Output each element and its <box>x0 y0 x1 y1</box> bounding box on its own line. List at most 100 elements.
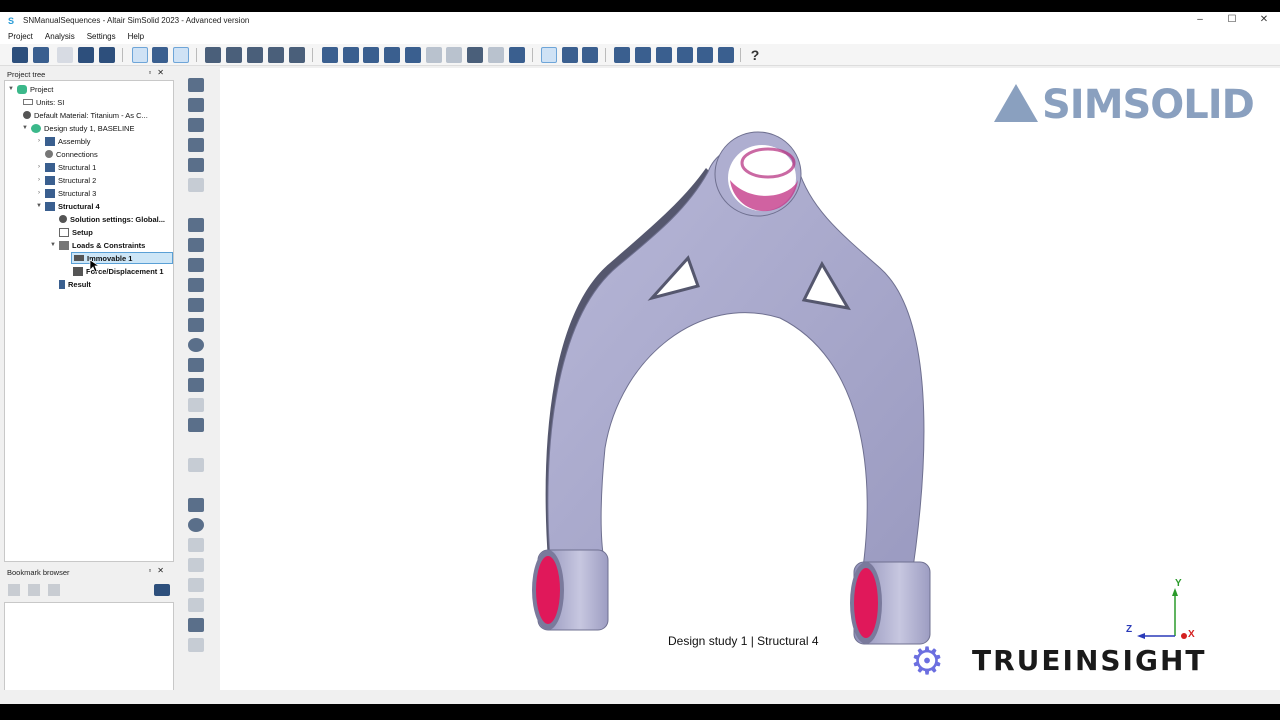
tool-icon[interactable] <box>718 47 734 63</box>
bookmark-add-icon[interactable] <box>8 584 20 596</box>
collapse-chevron-icon[interactable]: › <box>35 164 43 170</box>
load-tool-icon[interactable] <box>188 378 204 392</box>
result-tool-icon[interactable] <box>188 498 204 512</box>
disabled-tool-icon[interactable] <box>488 47 504 63</box>
close-panel-icon[interactable]: ✕ <box>157 566 170 575</box>
constraint-tool-icon[interactable] <box>188 158 204 172</box>
load-tool-icon[interactable] <box>188 218 204 232</box>
bookmark-delete-icon[interactable] <box>48 584 60 596</box>
show-all-icon[interactable] <box>268 47 284 63</box>
disabled-tool-icon[interactable] <box>188 578 204 592</box>
disabled-tool-icon[interactable] <box>188 178 204 192</box>
bolt-icon[interactable] <box>384 47 400 63</box>
expand-chevron-icon[interactable]: ▼ <box>7 86 15 92</box>
mesh-icon[interactable] <box>509 47 525 63</box>
load-tool-icon[interactable] <box>188 258 204 272</box>
spring-icon[interactable] <box>363 47 379 63</box>
load-tool-icon[interactable] <box>188 298 204 312</box>
tree-item-solution-settings[interactable]: Solution settings: Global... <box>57 213 165 225</box>
load-tool-icon[interactable] <box>188 278 204 292</box>
database-icon[interactable] <box>12 47 28 63</box>
tree-item-material[interactable]: Default Material: Titanium - As C... <box>21 109 148 121</box>
tree-item-structural-2[interactable]: › Structural 2 <box>35 174 96 186</box>
bracket-icon[interactable] <box>467 47 483 63</box>
load-tool-icon[interactable] <box>188 238 204 252</box>
tree-item-setup[interactable]: Setup <box>57 226 93 238</box>
eye-icon[interactable] <box>247 47 263 63</box>
float-icon[interactable]: ▫ <box>148 566 157 575</box>
new-project-icon[interactable] <box>33 47 49 63</box>
tree-item-structural-4[interactable]: ▼ Structural 4 <box>35 200 100 212</box>
disabled-tool-icon[interactable] <box>188 538 204 552</box>
constraint-tool-icon[interactable] <box>188 138 204 152</box>
tree-item-immovable-1[interactable]: Immovable 1 <box>71 252 173 264</box>
minimize-icon[interactable]: – <box>1184 12 1216 29</box>
load-tool-icon[interactable] <box>188 318 204 332</box>
result-tool-icon[interactable] <box>188 618 204 632</box>
maximize-icon[interactable]: ☐ <box>1216 12 1248 29</box>
menu-settings[interactable]: Settings <box>87 32 116 41</box>
tool-icon[interactable] <box>677 47 693 63</box>
disabled-tool-icon[interactable] <box>446 47 462 63</box>
tree-item-result[interactable]: Result <box>57 278 91 290</box>
constraint-tool-icon[interactable] <box>188 118 204 132</box>
expand-chevron-icon[interactable]: ▼ <box>21 125 29 131</box>
expand-chevron-icon[interactable]: ▼ <box>49 242 57 248</box>
hide-part-icon[interactable] <box>226 47 242 63</box>
project-tree-toggle-icon[interactable] <box>132 47 148 63</box>
disabled-tool-icon[interactable] <box>188 638 204 652</box>
disabled-tool-icon[interactable] <box>188 458 204 472</box>
tree-item-force-displacement-1[interactable]: Force/Displacement 1 <box>71 265 164 277</box>
load-tool-icon[interactable] <box>188 418 204 432</box>
collapse-chevron-icon[interactable]: › <box>35 138 43 144</box>
load-tool-icon[interactable] <box>188 358 204 372</box>
collapse-chevron-icon[interactable]: › <box>35 177 43 183</box>
disabled-tool-icon[interactable] <box>426 47 442 63</box>
open-folder-disabled-icon[interactable] <box>57 47 73 63</box>
tool-icon[interactable] <box>635 47 651 63</box>
3d-viewport[interactable]: SIMSOLID Design study 1 | Structural 4 ⚙… <box>220 68 1280 690</box>
disabled-tool-icon[interactable] <box>188 398 204 412</box>
close-panel-icon[interactable]: ✕ <box>157 68 170 77</box>
tree-item-units[interactable]: Units: SI <box>21 96 64 108</box>
isolate-icon[interactable] <box>289 47 305 63</box>
camera-icon[interactable] <box>154 584 170 596</box>
close-icon[interactable]: ✕ <box>1248 12 1280 29</box>
float-icon[interactable]: ▫ <box>148 68 157 77</box>
tool-icon[interactable] <box>656 47 672 63</box>
tree-item-assembly[interactable]: › Assembly <box>35 135 91 147</box>
clock-icon[interactable] <box>188 338 204 352</box>
target-icon[interactable] <box>188 518 204 532</box>
constraint-tool-icon[interactable] <box>188 78 204 92</box>
open-folder-icon[interactable] <box>78 47 94 63</box>
clip-icon[interactable] <box>405 47 421 63</box>
tree-item-project[interactable]: ▼ Project <box>7 83 53 95</box>
measure-icon[interactable] <box>562 47 578 63</box>
pick-icon[interactable] <box>541 47 557 63</box>
bookmark-toggle-icon[interactable] <box>173 47 189 63</box>
tree-item-design-study[interactable]: ▼ Design study 1, BASELINE <box>21 122 134 134</box>
bookmark-update-icon[interactable] <box>28 584 40 596</box>
tree-item-loads-constraints[interactable]: ▼ Loads & Constraints <box>49 239 145 251</box>
menu-analysis[interactable]: Analysis <box>45 32 75 41</box>
tree-item-structural-3[interactable]: › Structural 3 <box>35 187 96 199</box>
expand-chevron-icon[interactable]: ▼ <box>35 203 43 209</box>
annotation-icon[interactable] <box>582 47 598 63</box>
menu-help[interactable]: Help <box>128 32 144 41</box>
save-icon[interactable] <box>99 47 115 63</box>
disabled-tool-icon[interactable] <box>188 558 204 572</box>
tool-icon[interactable] <box>697 47 713 63</box>
list-view-icon[interactable] <box>152 47 168 63</box>
control-arm-model[interactable] <box>220 68 1280 690</box>
tree-item-connections[interactable]: Connections <box>43 148 98 160</box>
tree-item-structural-1[interactable]: › Structural 1 <box>35 161 96 173</box>
help-icon[interactable]: ? <box>747 47 763 63</box>
section-icon[interactable] <box>322 47 338 63</box>
frame-icon[interactable] <box>343 47 359 63</box>
disabled-tool-icon[interactable] <box>188 598 204 612</box>
tool-icon[interactable] <box>614 47 630 63</box>
menu-project[interactable]: Project <box>8 32 33 41</box>
collapse-chevron-icon[interactable]: › <box>35 190 43 196</box>
constraint-tool-icon[interactable] <box>188 98 204 112</box>
part-select-icon[interactable] <box>205 47 221 63</box>
